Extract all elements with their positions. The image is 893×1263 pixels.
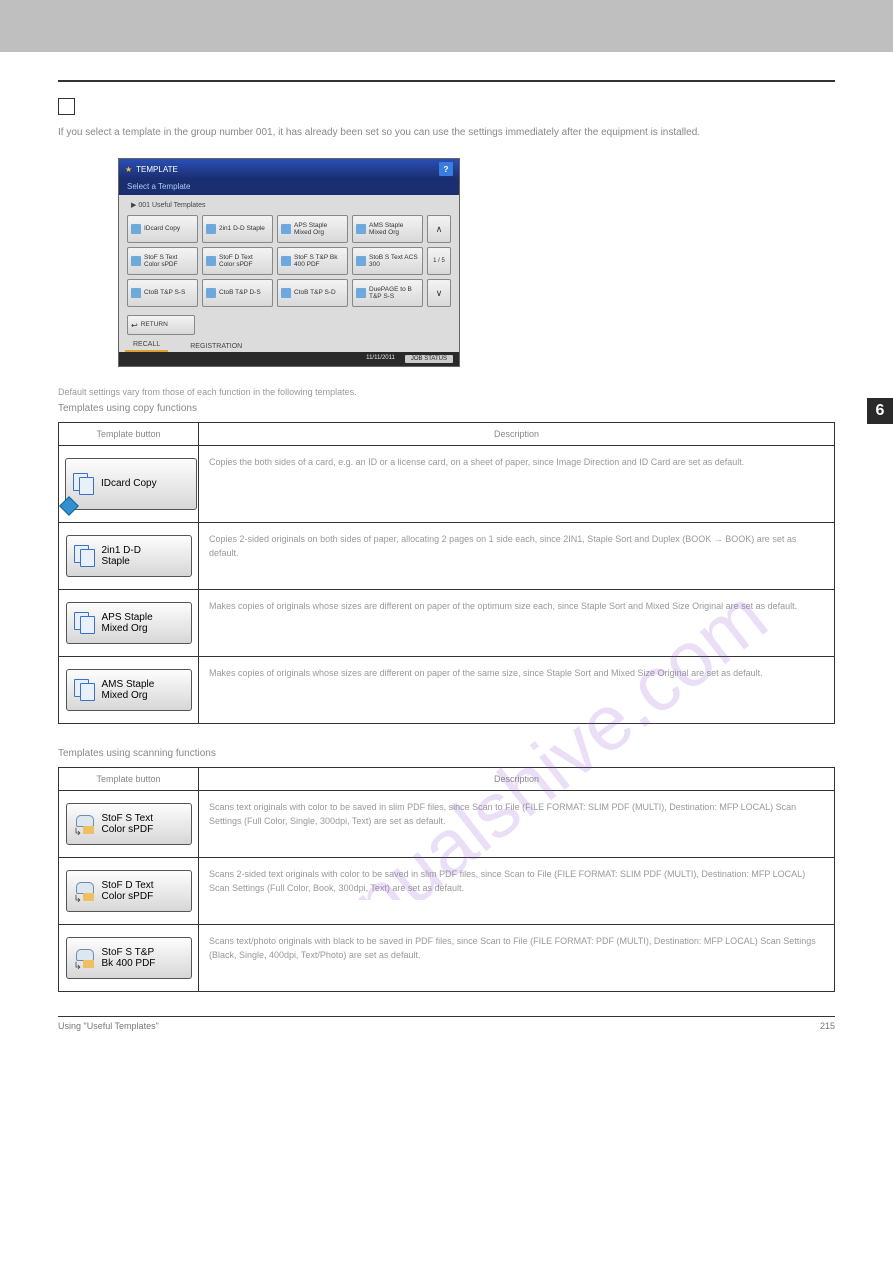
footer-right: 215 bbox=[820, 1021, 835, 1031]
cell-stof-s-button: ↳ StoF S TextColor sPDF bbox=[59, 791, 199, 858]
copy-pages-icon bbox=[74, 612, 96, 634]
cell-stof-tp-button: ↳ StoF S T&PBk 400 PDF bbox=[59, 925, 199, 992]
screen-tabs: RECALL REGISTRATION bbox=[125, 339, 459, 352]
template-screen: ★ TEMPLATE ? Select a Template ▶ 001 Usef… bbox=[118, 158, 460, 367]
scan-templates-table: Template button Description ↳ StoF S Tex… bbox=[58, 767, 835, 992]
col-description: Description bbox=[199, 423, 835, 446]
scan-table-heading: Templates using scanning functions bbox=[58, 748, 835, 759]
copy-table-heading: Templates using copy functions bbox=[58, 403, 835, 414]
template-stof-s-tp[interactable]: StoF S T&P Bk 400 PDF bbox=[277, 247, 348, 275]
return-button[interactable]: ↩RETURN bbox=[127, 315, 195, 335]
scanner-icon: ↳ bbox=[74, 815, 96, 833]
template-stob-s-text[interactable]: StoB S Text ACS 300 bbox=[352, 247, 423, 275]
screen-footer: 11/11/2011 JOB STATUS bbox=[119, 352, 459, 366]
cell-stof-d-desc: Scans 2-sided text originals with color … bbox=[199, 858, 835, 925]
page-header-bar bbox=[0, 0, 893, 52]
job-status-button[interactable]: JOB STATUS bbox=[405, 355, 453, 363]
2in1-button[interactable]: 2in1 D-DStaple bbox=[66, 535, 192, 577]
section-checkbox bbox=[58, 98, 75, 115]
screen-titlebar: ★ TEMPLATE ? bbox=[119, 159, 459, 179]
col-template-button-2: Template button bbox=[59, 768, 199, 791]
screen-title-text: TEMPLATE bbox=[136, 165, 178, 174]
scanner-icon: ↳ bbox=[74, 949, 96, 967]
template-duepage[interactable]: DuePAGE to B T&P S-S bbox=[352, 279, 423, 307]
help-icon[interactable]: ? bbox=[439, 162, 453, 176]
template-ctob-ss[interactable]: CtoB T&P S-S bbox=[127, 279, 198, 307]
template-stof-d-text[interactable]: StoF D Text Color sPDF bbox=[202, 247, 273, 275]
cell-ams-desc: Makes copies of originals whose sizes ar… bbox=[199, 657, 835, 724]
template-ctob-ds[interactable]: CtoB T&P D-S bbox=[202, 279, 273, 307]
tab-recall[interactable]: RECALL bbox=[125, 339, 168, 352]
cell-aps-desc: Makes copies of originals whose sizes ar… bbox=[199, 590, 835, 657]
cell-stof-tp-desc: Scans text/photo originals with black to… bbox=[199, 925, 835, 992]
template-stof-s-text[interactable]: StoF S Text Color sPDF bbox=[127, 247, 198, 275]
cell-aps-button: APS StapleMixed Org bbox=[59, 590, 199, 657]
copy-pages-icon bbox=[74, 545, 96, 567]
mid-note: Default settings vary from those of each… bbox=[58, 387, 835, 397]
cell-stof-s-desc: Scans text originals with color to be sa… bbox=[199, 791, 835, 858]
stof-s-tp-button[interactable]: ↳ StoF S T&PBk 400 PDF bbox=[66, 937, 192, 979]
col-template-button: Template button bbox=[59, 423, 199, 446]
cell-ams-button: AMS StapleMixed Org bbox=[59, 657, 199, 724]
copy-pages-icon bbox=[73, 473, 95, 495]
footer-left: Using "Useful Templates" bbox=[58, 1021, 159, 1031]
template-2in1[interactable]: 2in1 D-D Staple bbox=[202, 215, 273, 243]
page-footer: Using "Useful Templates" 215 bbox=[58, 1016, 835, 1031]
nav-down-button[interactable]: ∨ bbox=[427, 279, 451, 307]
template-idcard-copy[interactable]: IDcard Copy bbox=[127, 215, 198, 243]
template-ctob-sd[interactable]: CtoB T&P S-D bbox=[277, 279, 348, 307]
screen-grid: IDcard Copy 2in1 D-D Staple APS Staple M… bbox=[119, 213, 459, 313]
copy-templates-table: Template button Description IDcard Copy … bbox=[58, 422, 835, 724]
cell-idcard-button: IDcard Copy bbox=[59, 446, 199, 523]
idcard-copy-button[interactable]: IDcard Copy bbox=[65, 458, 197, 510]
scanner-icon: ↳ bbox=[74, 882, 96, 900]
screen-subtitle: Select a Template bbox=[119, 179, 459, 195]
template-ams[interactable]: AMS Staple Mixed Org bbox=[352, 215, 423, 243]
return-row: ↩RETURN bbox=[127, 315, 459, 335]
chapter-tab: 6 bbox=[867, 398, 893, 424]
tab-registration[interactable]: REGISTRATION bbox=[182, 341, 250, 352]
cell-idcard-desc: Copies the both sides of a card, e.g. an… bbox=[199, 446, 835, 523]
cell-2in1-desc: Copies 2-sided originals on both sides o… bbox=[199, 523, 835, 590]
ams-button[interactable]: AMS StapleMixed Org bbox=[66, 669, 192, 711]
intro-text: If you select a template in the group nu… bbox=[58, 125, 828, 140]
diamond-icon bbox=[59, 496, 79, 516]
cell-stof-d-button: ↳ StoF D TextColor sPDF bbox=[59, 858, 199, 925]
footer-date: 11/11/2011 bbox=[366, 355, 395, 363]
copy-pages-icon bbox=[74, 679, 96, 701]
col-description-2: Description bbox=[199, 768, 835, 791]
star-icon: ★ bbox=[125, 165, 132, 174]
nav-up-button[interactable]: ∧ bbox=[427, 215, 451, 243]
cell-2in1-button: 2in1 D-DStaple bbox=[59, 523, 199, 590]
aps-button[interactable]: APS StapleMixed Org bbox=[66, 602, 192, 644]
stof-s-text-button[interactable]: ↳ StoF S TextColor sPDF bbox=[66, 803, 192, 845]
stof-d-text-button[interactable]: ↳ StoF D TextColor sPDF bbox=[66, 870, 192, 912]
nav-page-indicator: 1 / 5 bbox=[427, 247, 451, 275]
screen-caption: ▶ 001 Useful Templates bbox=[119, 195, 459, 213]
template-aps[interactable]: APS Staple Mixed Org bbox=[277, 215, 348, 243]
top-rule bbox=[58, 80, 835, 82]
